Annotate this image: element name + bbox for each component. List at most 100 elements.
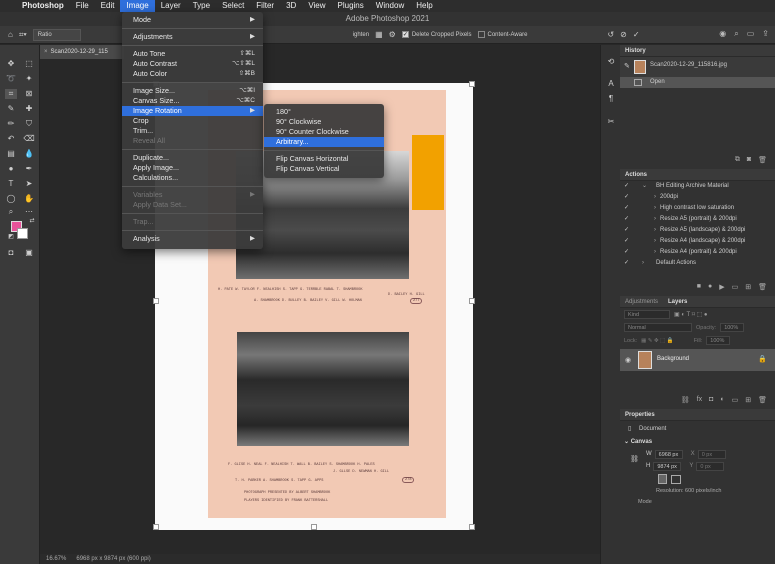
check-icon[interactable]: ✓ [624,225,629,236]
menu-item-flip-vertical[interactable]: Flip Canvas Vertical [264,164,384,174]
path-select-icon[interactable]: ➤ [23,179,35,189]
landscape-orientation-icon[interactable] [671,474,681,484]
actions-title[interactable]: Actions [625,169,647,180]
lasso-tool-icon[interactable]: ➰ [5,74,17,84]
menu-item-canvas-size[interactable]: Canvas Size... ⌥⌘C [122,96,263,106]
check-icon[interactable]: ✓ [624,214,629,225]
check-icon[interactable]: ✓ [624,181,629,192]
history-snapshot[interactable]: ✎ Scan2020-12-29_115816.jpg [620,57,775,77]
menu-item-rotate-90-ccw[interactable]: 90° Counter Clockwise [264,127,384,137]
menu-item-mode[interactable]: Mode ▶ [122,15,263,25]
gradient-icon[interactable]: ▤ [5,149,17,159]
default-colors-icon[interactable]: ◩ [5,232,17,242]
check-icon[interactable]: ✓ [624,192,629,203]
trash-icon[interactable]: 🗑 [758,283,767,291]
crop-tool-active-icon[interactable]: ⌗ [5,89,17,99]
link-icon[interactable]: ⛓ [681,396,690,404]
zoom-tool-icon[interactable]: ⌕ [5,207,17,217]
trash-icon[interactable]: 🗑 [758,156,767,164]
menu-help[interactable]: Help [410,0,438,12]
crop-handle-mr[interactable] [469,298,475,304]
character-panel-icon[interactable]: A [605,79,617,89]
action-item[interactable]: ✓ › 200dpi [620,192,775,203]
gear-icon[interactable]: ⚙ [389,30,396,39]
play-icon[interactable]: ▶ [719,283,724,291]
type-tool-icon[interactable]: T [5,179,17,189]
canvas-section[interactable]: ⌄ Canvas [620,437,775,448]
share-icon[interactable]: ⇪ [762,29,769,39]
user-icon[interactable]: ◉ [719,29,726,39]
menu-select[interactable]: Select [216,0,250,12]
check-icon[interactable]: ✓ [624,258,629,269]
check-icon[interactable]: ✓ [624,203,629,214]
menu-item-analysis[interactable]: Analysis ▶ [122,234,263,244]
lock-icons[interactable]: ▦ ✎ ✥ ⬚ 🔒 [641,338,674,344]
eyedropper-icon[interactable]: ✎ [5,104,17,114]
layer-filter-select[interactable]: Kind [624,310,670,319]
menu-item-auto-contrast[interactable]: Auto Contrast ⌥⇧⌘L [122,59,263,69]
zoom-level[interactable]: 16.67% [46,554,66,564]
width-input[interactable]: 6968 px [654,449,683,459]
menu-item-rotate-90-cw[interactable]: 90° Clockwise [264,117,384,127]
trash-icon[interactable]: 🗑 [758,396,767,404]
history-state-open[interactable]: Open [620,77,775,88]
paragraph-panel-icon[interactable]: ¶ [605,94,617,104]
tab-layers[interactable]: Layers [668,296,687,307]
menu-item-calculations[interactable]: Calculations... [122,173,263,183]
record-icon[interactable]: ● [708,283,712,290]
artboard-tool-icon[interactable]: ⬚ [23,59,35,69]
blend-mode-select[interactable]: Normal [624,323,692,332]
menu-item-duplicate[interactable]: Duplicate... [122,153,263,163]
action-set[interactable]: ✓ ⌄ BH Editing Archive Material [620,181,775,192]
crop-handle-ml[interactable] [153,298,159,304]
ratio-select[interactable]: Ratio [32,28,81,41]
chevron-right-icon[interactable]: › [654,203,656,214]
blur-icon[interactable]: 💧 [23,149,35,159]
opacity-input[interactable]: 100% [720,323,745,332]
frame-tool-icon[interactable]: ⊠ [23,89,35,99]
eraser-icon[interactable]: ⌫ [23,134,35,144]
chevron-right-icon[interactable]: › [654,192,656,203]
menu-image[interactable]: Image [120,0,155,12]
clone-stamp-icon[interactable]: ⛉ [23,119,35,129]
menu-item-auto-color[interactable]: Auto Color ⇧⌘B [122,69,263,79]
chevron-right-icon[interactable]: › [654,214,656,225]
grid-overlay-icon[interactable]: ▦ [375,30,383,39]
content-aware-checkbox[interactable]: Content-Aware [477,31,527,38]
menu-plugins[interactable]: Plugins [332,0,370,12]
eye-icon[interactable]: ◉ [625,356,631,364]
quick-mask-icon[interactable]: ◘ [5,248,17,258]
history-panel-icon[interactable]: ⟲ [605,57,617,67]
menu-item-rotate-180[interactable]: 180° [264,107,384,117]
delete-cropped-checkbox[interactable]: ✓ Delete Cropped Pixels [401,31,472,38]
chevron-right-icon[interactable]: › [654,247,656,258]
action-set[interactable]: ✓ › Default Actions [620,258,775,269]
cancel-crop-icon[interactable]: ⊘ [620,30,627,39]
healing-brush-icon[interactable]: ✚ [23,104,35,114]
link-dimensions-icon[interactable]: ⛓ [630,455,639,463]
new-layer-icon[interactable]: ⊞ [745,396,751,404]
crop-handle-bl[interactable] [153,524,159,530]
fill-input[interactable]: 100% [706,336,731,345]
lock-icon[interactable]: 🔒 [758,355,767,363]
menu-app-name[interactable]: Photoshop [16,0,70,12]
menu-item-crop[interactable]: Crop [122,116,263,126]
fx-icon[interactable]: fx [697,396,702,403]
check-icon[interactable]: ✓ [624,236,629,247]
new-document-from-state-icon[interactable]: ⧉ [735,156,740,164]
chevron-right-icon[interactable]: › [642,258,644,269]
dodge-icon[interactable]: ● [5,164,17,174]
properties-title[interactable]: Properties [625,409,655,420]
document-tab[interactable]: × Scan2020-12-29_115 [40,45,124,59]
camera-icon[interactable]: ◙ [747,156,751,163]
chevron-down-icon[interactable]: ⌄ [642,181,647,192]
swap-colors-icon[interactable]: ⇄ [26,216,38,226]
action-item[interactable]: ✓ › Resize A4 (portrait) & 200dpi [620,247,775,258]
magic-wand-icon[interactable]: ✦ [23,74,35,84]
chevron-right-icon[interactable]: › [654,236,656,247]
stop-icon[interactable]: ■ [697,283,701,290]
home-icon[interactable]: ⌂ [8,30,13,39]
brush-source-icon[interactable]: ✎ [624,62,630,70]
menu-item-arbitrary[interactable]: Arbitrary... [264,137,384,147]
adjustment-layer-icon[interactable]: ◐ [720,396,724,403]
